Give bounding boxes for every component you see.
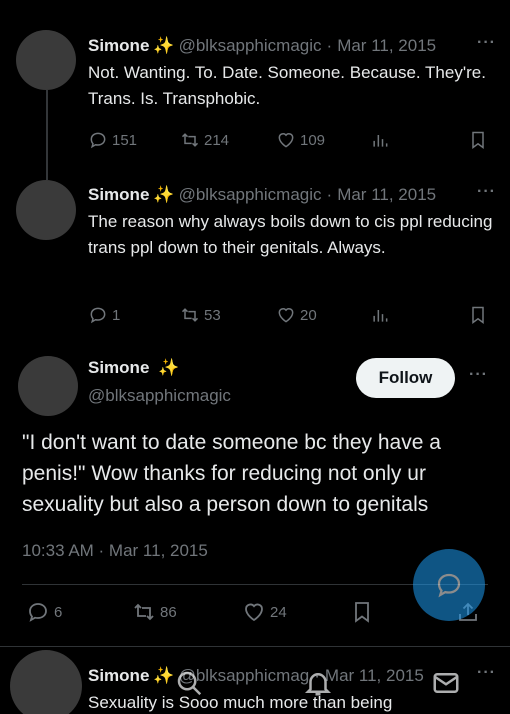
like-count: 109: [300, 131, 326, 149]
like-button[interactable]: 20: [276, 305, 317, 325]
analytics-icon: [373, 135, 388, 147]
views-button[interactable]: [370, 130, 390, 150]
tweet-text: Not. Wanting. To. Date. Someone. Because…: [88, 63, 486, 108]
sparkle-icon: ✨: [153, 185, 175, 204]
display-name[interactable]: Simone: [88, 185, 149, 205]
like-button[interactable]: 24: [242, 600, 287, 624]
sparkle-icon: ✨: [153, 36, 175, 55]
tweet-timestamp[interactable]: 10:33 AM · Mar 11, 2015: [22, 541, 208, 561]
main-user-handle[interactable]: @blksapphicmagic: [88, 386, 231, 406]
like-button[interactable]: 109: [276, 130, 325, 150]
tweet-header: Simone ✨ @blksapphicmagic · Mar 11, 2015: [88, 34, 496, 58]
retweet-button[interactable]: 53: [180, 305, 221, 325]
tweet-date[interactable]: Mar 11, 2015: [337, 185, 436, 205]
main-tweet-text: "I don't want to date someone bc they ha…: [22, 431, 441, 516]
avatar[interactable]: [18, 356, 78, 416]
reply-icon: [90, 132, 106, 149]
follow-button[interactable]: Follow: [356, 358, 455, 398]
retweet-icon: [181, 133, 199, 147]
bookmark-button[interactable]: [468, 305, 488, 325]
notifications-icon[interactable]: [303, 668, 333, 698]
divider: [0, 646, 510, 647]
tweet-text: The reason why always boils down to cis …: [88, 212, 493, 257]
user-handle[interactable]: @blksapphicmagic: [179, 36, 322, 56]
like-count: 20: [300, 306, 317, 324]
retweet-count: 86: [160, 603, 177, 621]
avatar[interactable]: [16, 180, 76, 240]
sparkle-icon: ✨: [158, 358, 180, 377]
bookmark-icon: [472, 306, 484, 324]
display-name[interactable]: Simone: [88, 36, 149, 56]
avatar[interactable]: [16, 30, 76, 90]
analytics-icon: [373, 310, 388, 322]
reply-count: 1: [112, 306, 121, 324]
tweet-actions: 1 53 20: [88, 303, 488, 327]
heart-icon: [245, 603, 263, 622]
separator-dot: ·: [326, 36, 333, 55]
bookmark-button[interactable]: [468, 130, 488, 150]
retweet-icon: [181, 308, 199, 322]
tweet-date[interactable]: Mar 11, 2015: [337, 36, 436, 56]
retweet-button[interactable]: 214: [180, 130, 229, 150]
search-icon[interactable]: [174, 668, 204, 698]
tweet-actions: 151 214 109: [88, 128, 488, 152]
retweet-button[interactable]: 86: [132, 600, 177, 624]
main-display-name[interactable]: Simone ✨: [88, 358, 183, 378]
reply-button[interactable]: 151: [88, 130, 137, 150]
more-options-icon[interactable]: ···: [477, 183, 496, 201]
more-options-icon[interactable]: ···: [477, 34, 496, 52]
reply-count: 151: [112, 131, 138, 149]
reply-count: 6: [54, 603, 63, 621]
reply-button[interactable]: 1: [88, 305, 120, 325]
retweet-count: 53: [204, 306, 221, 324]
bookmark-icon: [472, 131, 484, 149]
tweet[interactable]: Simone ✨ @blksapphicmagic · Mar 11, 2015…: [88, 183, 496, 261]
compose-reply-button[interactable]: [413, 549, 485, 621]
bookmark-button[interactable]: [350, 600, 374, 624]
user-handle[interactable]: @blksapphicmagic: [179, 185, 322, 205]
more-options-icon[interactable]: ···: [469, 366, 488, 384]
retweet-count: 214: [204, 131, 230, 149]
views-button[interactable]: [370, 305, 390, 325]
tweet[interactable]: Simone ✨ @blksapphicmagic · Mar 11, 2015…: [88, 34, 496, 112]
retweet-icon: [134, 603, 154, 621]
thread-line: [46, 90, 48, 180]
main-tweet-actions: 6 86 24: [26, 600, 480, 628]
bottom-navigation: [0, 660, 510, 714]
tweet-header: Simone ✨ @blksapphicmagic · Mar 11, 2015: [88, 183, 496, 207]
messages-icon[interactable]: [431, 668, 461, 698]
bookmark-icon: [355, 602, 369, 623]
reply-icon: [29, 603, 47, 622]
heart-icon: [278, 308, 294, 323]
heart-icon: [278, 133, 294, 148]
compose-reply-icon: [437, 573, 461, 598]
reply-icon: [90, 307, 106, 324]
reply-button[interactable]: 6: [26, 600, 62, 624]
display-name[interactable]: Simone: [88, 358, 149, 377]
separator-dot: ·: [326, 185, 333, 204]
like-count: 24: [270, 603, 287, 621]
